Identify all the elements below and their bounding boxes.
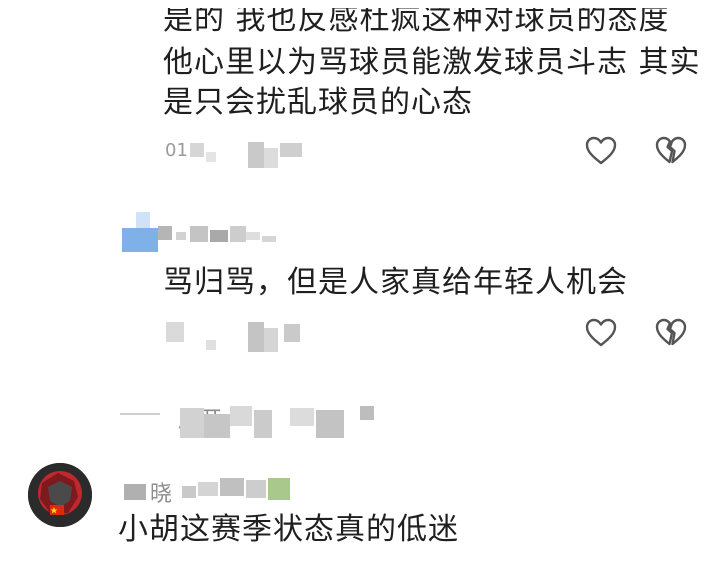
reply-text-line: 是的 我也反感杜疯这种对球员的态度 bbox=[163, 2, 670, 37]
reply-text-line: 是只会扰乱球员的心态 bbox=[163, 85, 473, 120]
reply-text: 骂归骂，但是人家真给年轻人机会 bbox=[163, 265, 628, 300]
avatar-image-icon bbox=[28, 463, 92, 527]
heart-outline-icon bbox=[585, 136, 617, 165]
expand-divider bbox=[120, 413, 160, 415]
dislike-button[interactable] bbox=[651, 131, 691, 171]
broken-heart-icon bbox=[655, 136, 687, 164]
reply-timestamp: 01 bbox=[165, 140, 188, 161]
reply-text-line: 他心里以为骂球员能激发球员斗志 其实 bbox=[163, 45, 701, 80]
username[interactable]: 晓 bbox=[150, 476, 172, 508]
comment-text: 小胡这赛季状态真的低迷 bbox=[118, 512, 459, 547]
broken-heart-icon bbox=[655, 318, 687, 346]
like-button[interactable] bbox=[581, 131, 621, 171]
avatar[interactable] bbox=[28, 463, 92, 527]
like-button[interactable] bbox=[581, 313, 621, 353]
heart-outline-icon bbox=[585, 318, 617, 347]
dislike-button[interactable] bbox=[651, 313, 691, 353]
